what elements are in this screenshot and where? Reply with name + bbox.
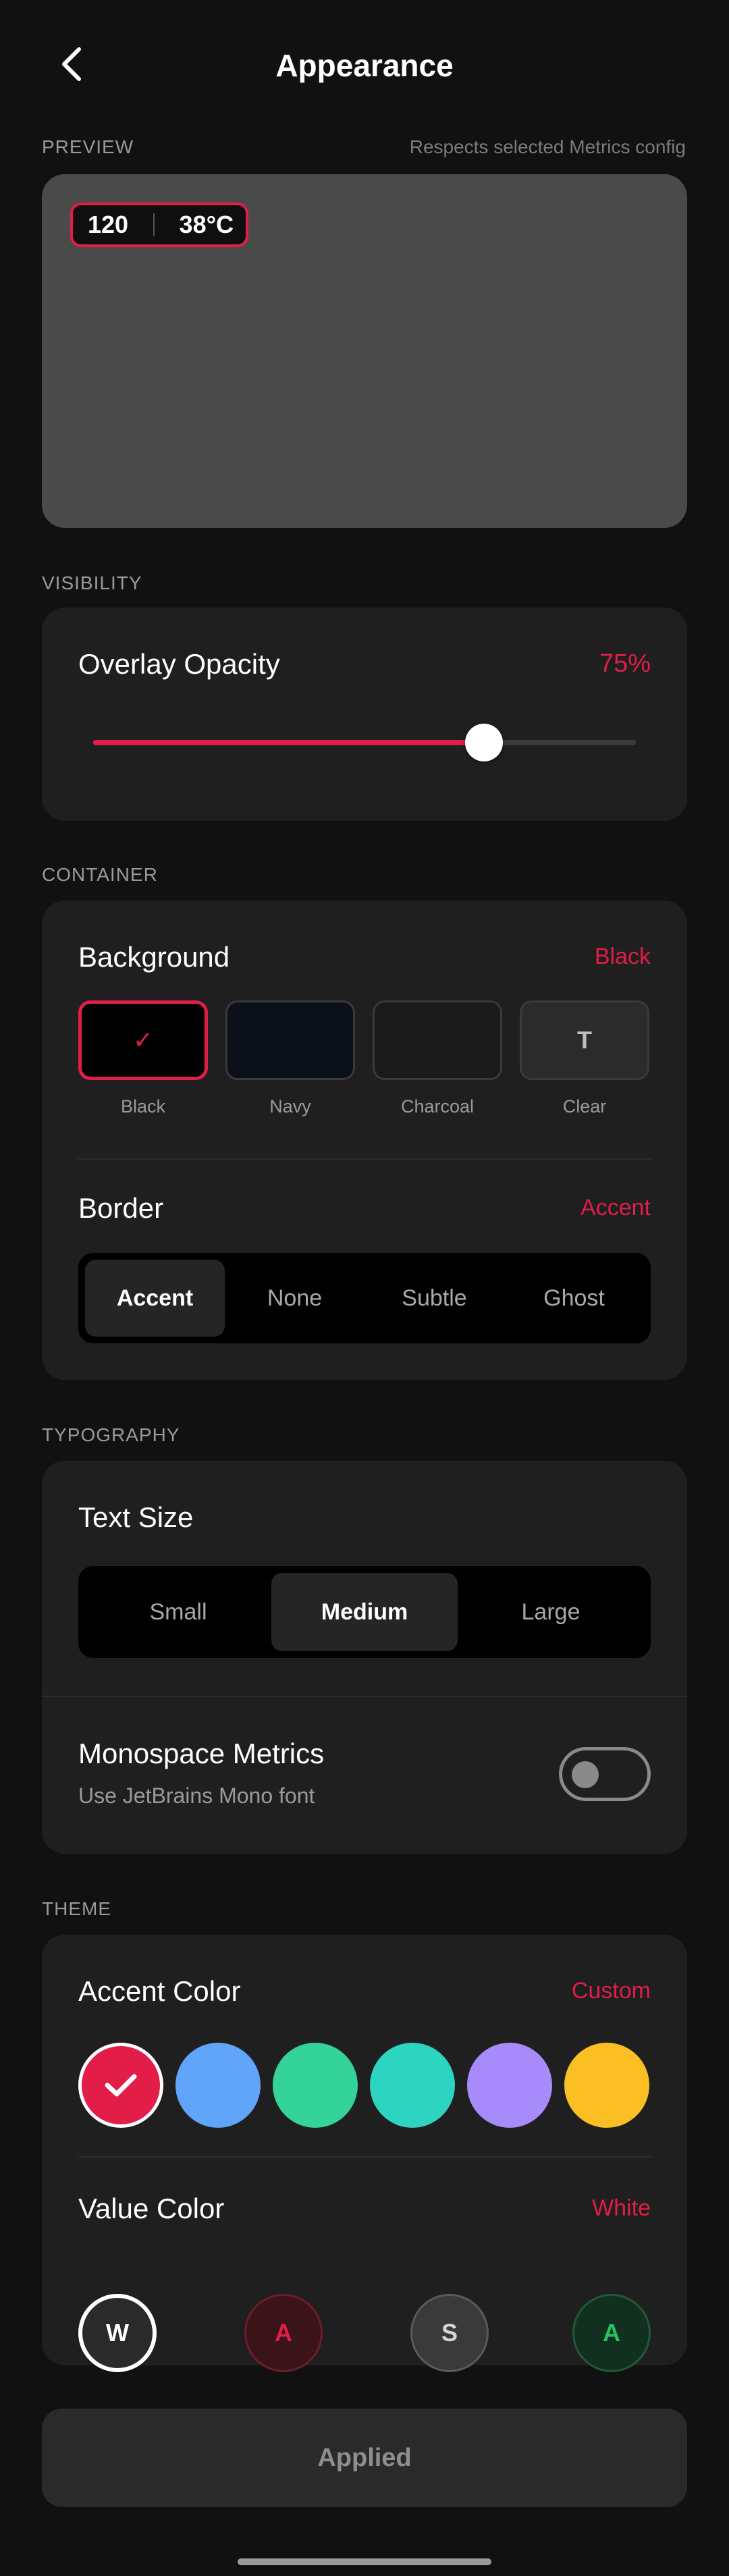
accent-color-option[interactable] <box>176 2043 261 2128</box>
monospace-title: Monospace Metrics <box>78 1738 325 1769</box>
value-color-option[interactable]: A <box>244 2294 323 2372</box>
monospace-subtitle: Use JetBrains Mono font <box>78 1783 315 1808</box>
value-color-option[interactable]: A <box>572 2294 651 2372</box>
opacity-slider-fill <box>93 740 484 745</box>
checkmark-icon: ✓ <box>132 1026 154 1054</box>
background-swatch-clear[interactable]: T <box>520 1000 649 1080</box>
section-label-container: CONTAINER <box>42 864 158 885</box>
background-swatch-label: Clear <box>562 1096 607 1117</box>
opacity-title: Overlay Opacity <box>78 648 280 680</box>
monospace-toggle[interactable] <box>559 1747 651 1801</box>
text-size-option-small[interactable]: Small <box>85 1573 271 1651</box>
apply-button[interactable]: Applied <box>42 2409 687 2507</box>
divider <box>78 2156 651 2157</box>
background-swatch-charcoal[interactable] <box>373 1000 502 1080</box>
container-card: Background Black ✓ Black Navy Charcoal T Clea… <box>42 901 687 1380</box>
accent-color-value: Custom <box>571 1978 651 2004</box>
border-title: Border <box>78 1192 164 1224</box>
header: Appearance <box>0 0 729 132</box>
border-option-accent[interactable]: Accent <box>85 1260 225 1337</box>
typography-card: Text Size Small Medium Large Monospace Met… <box>42 1461 687 1854</box>
preview-note: Respects selected Metrics config <box>409 136 686 157</box>
text-size-title: Text Size <box>78 1501 194 1533</box>
background-swatch-black[interactable]: ✓ <box>78 1000 208 1080</box>
home-indicator <box>238 2558 491 2565</box>
accent-color-option[interactable] <box>78 2043 163 2128</box>
overlay-preview: 120 38°C <box>42 174 687 528</box>
text-size-segmented-control: Small Medium Large <box>78 1566 651 1658</box>
background-swatch-navy[interactable] <box>225 1000 355 1080</box>
accent-color-option[interactable] <box>564 2043 649 2128</box>
page-title: Appearance <box>275 48 454 83</box>
clear-letter-icon: T <box>577 1026 592 1054</box>
text-size-option-medium[interactable]: Medium <box>271 1573 458 1651</box>
text-size-option-large[interactable]: Large <box>458 1573 644 1651</box>
section-label-visibility: VISIBILITY <box>42 572 142 593</box>
section-label-preview: PREVIEW <box>42 136 134 157</box>
background-swatch-label: Black <box>120 1096 166 1117</box>
value-color-value: White <box>592 2195 651 2221</box>
border-option-ghost[interactable]: Ghost <box>504 1260 644 1337</box>
opacity-value: 75% <box>599 649 651 678</box>
opacity-slider[interactable] <box>93 724 636 761</box>
divider <box>78 1158 651 1160</box>
border-segmented-control: Accent None Subtle Ghost <box>78 1253 651 1343</box>
value-color-option[interactable]: W <box>78 2294 157 2372</box>
value-color-option[interactable]: S <box>410 2294 489 2372</box>
preview-metric-1: 120 <box>88 211 129 238</box>
background-value: Black <box>594 944 651 969</box>
section-label-theme: THEME <box>42 1898 111 1919</box>
accent-color-option[interactable] <box>370 2043 455 2128</box>
theme-card: Accent Color Custom Value Color White W A… <box>42 1935 687 2372</box>
border-option-subtle[interactable]: Subtle <box>364 1260 504 1337</box>
value-color-title: Value Color <box>78 2193 225 2224</box>
divider <box>42 1696 687 1697</box>
accent-color-title: Accent Color <box>78 1975 241 2007</box>
opacity-slider-thumb[interactable] <box>464 724 503 761</box>
accent-color-option[interactable] <box>467 2043 552 2128</box>
checkmark-icon <box>105 2074 137 2097</box>
background-swatch-label: Navy <box>269 1096 311 1117</box>
visibility-card: Overlay Opacity 75% <box>42 608 687 821</box>
preview-metrics-pill: 120 38°C <box>70 203 248 247</box>
preview-metric-2: 38°C <box>179 211 234 238</box>
border-value: Accent <box>580 1195 651 1220</box>
preview-separator <box>153 213 155 236</box>
background-swatch-label: Charcoal <box>400 1096 475 1117</box>
accent-color-option[interactable] <box>273 2043 358 2128</box>
section-label-typography: TYPOGRAPHY <box>42 1424 180 1445</box>
border-option-none[interactable]: None <box>225 1260 364 1337</box>
toggle-knob <box>572 1761 599 1788</box>
background-title: Background <box>78 941 230 973</box>
